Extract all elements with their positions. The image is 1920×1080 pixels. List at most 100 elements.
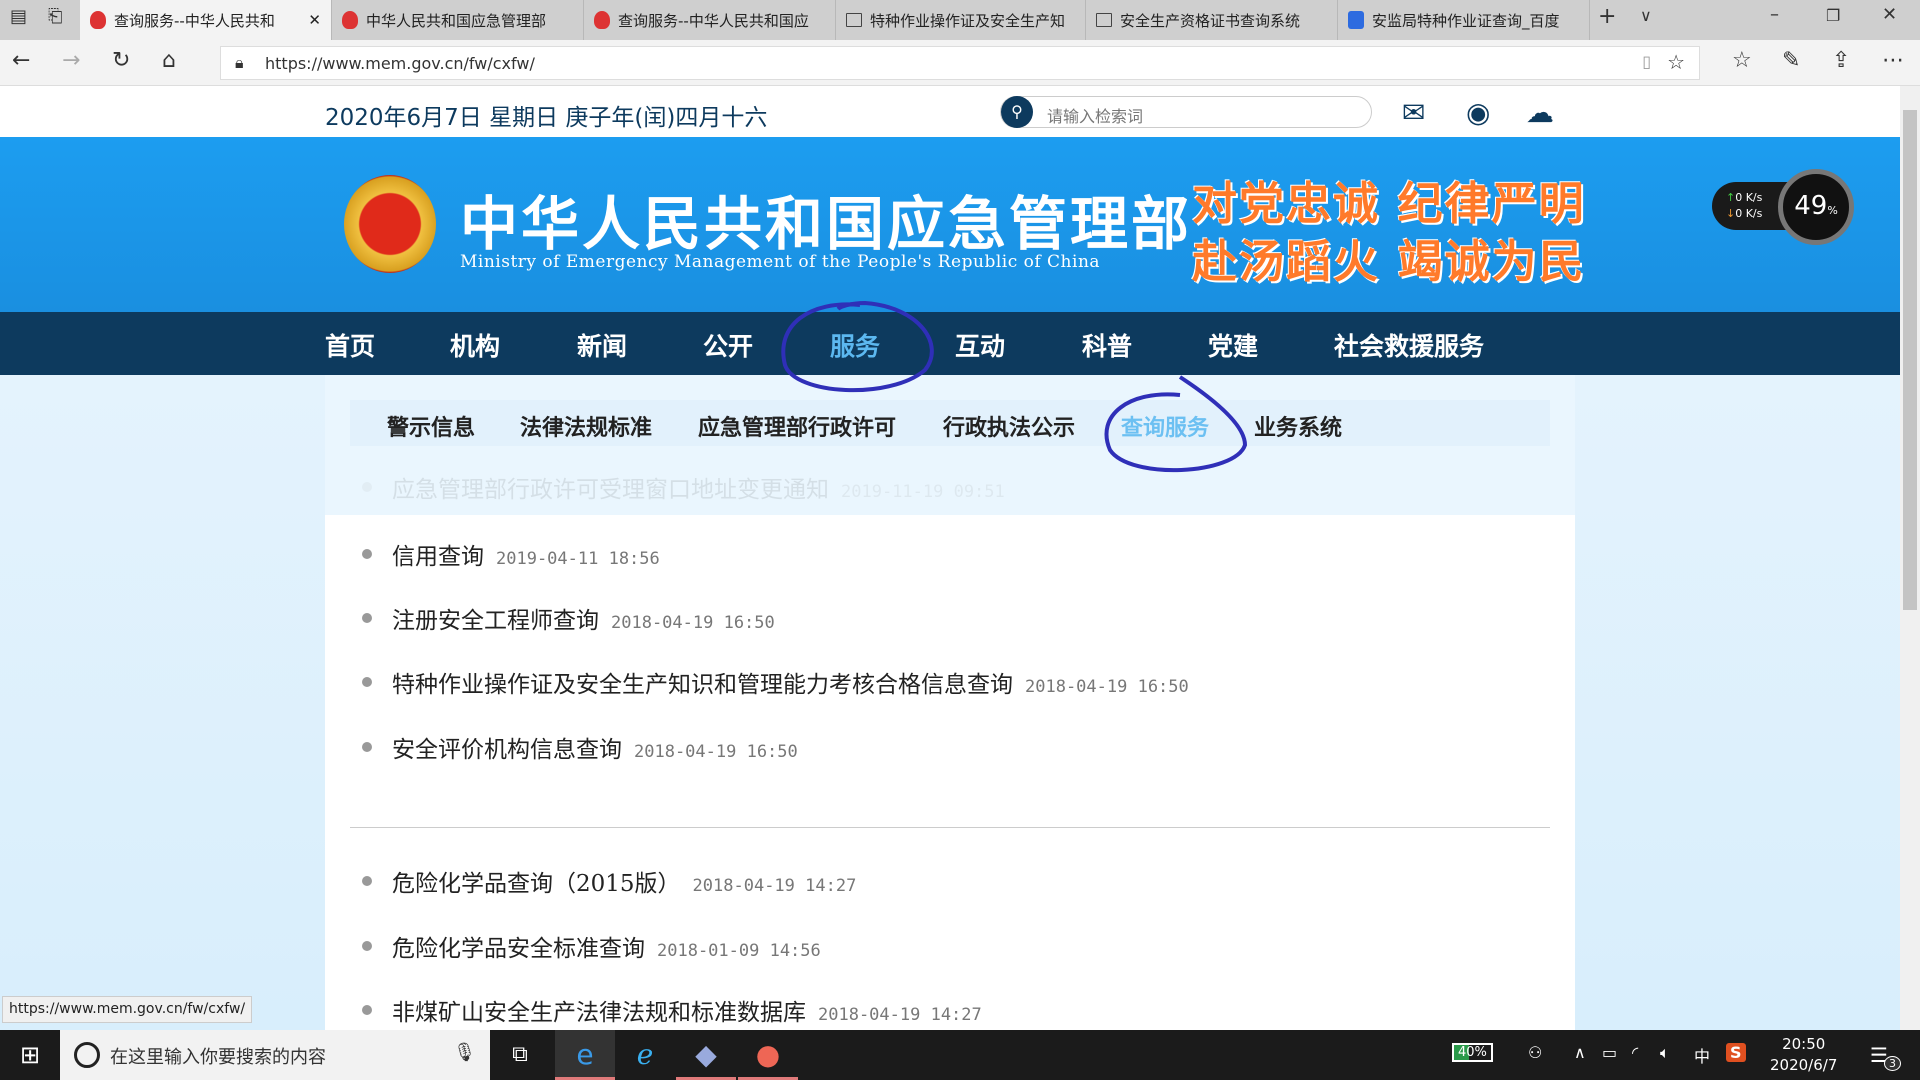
nav-interact[interactable]: 互动 (955, 327, 1005, 363)
subnav-business-systems[interactable]: 业务系统 (1254, 410, 1342, 442)
more-icon[interactable]: ⋯ (1882, 48, 1904, 73)
list-item[interactable]: 安全评价机构信息查询 2018-04-19 16:50 (362, 730, 798, 764)
sogou-ime-icon[interactable]: S (1726, 1043, 1746, 1062)
item-title: 非煤矿山安全生产法律法规和标准数据库 (392, 1000, 806, 1026)
back-icon[interactable]: ← (12, 48, 30, 73)
list-item[interactable]: 危险化学品安全标准查询 2018-01-09 14:56 (362, 929, 821, 963)
address-bar-row: ← → ↻ ⌂ 🔒︎ https://www.mem.gov.cn/fw/cxfw… (0, 40, 1920, 86)
upload-speed: 0 K/s (1735, 191, 1763, 204)
chevron-down-icon[interactable]: ∨ (1640, 6, 1652, 25)
item-date: 2018-04-19 16:50 (634, 742, 798, 762)
reading-view-icon[interactable]: ▯ (1642, 52, 1651, 71)
clock[interactable]: 20:50 2020/6/7 (1770, 1034, 1837, 1076)
battery-indicator[interactable]: 40% (1452, 1043, 1493, 1062)
emblem-icon (342, 11, 358, 29)
subnav-query-service[interactable]: 查询服务 (1121, 410, 1209, 442)
app-icon[interactable]: ◆ (676, 1030, 736, 1080)
download-arrow-icon: ↓ (1726, 207, 1736, 220)
percent-unit: % (1827, 204, 1838, 217)
tab-0[interactable]: 查询服务--中华人民共和 ✕ (80, 0, 332, 40)
tab-1[interactable]: 中华人民共和国应急管理部 (332, 0, 584, 40)
volume-icon[interactable]: 🔈︎ (1660, 1043, 1670, 1063)
subnav-laws[interactable]: 法律法规标准 (520, 410, 652, 442)
windows-start-icon[interactable]: ⊞ (0, 1030, 60, 1080)
wifi-icon[interactable]: ◜ (1632, 1043, 1638, 1062)
tab-5[interactable]: 安监局特种作业证查询_百度 (1338, 0, 1590, 40)
subnav-permits[interactable]: 应急管理部行政许可 (698, 410, 896, 442)
tab-3[interactable]: 特种作业操作证及安全生产知 (836, 0, 1086, 40)
edge-app-icon[interactable]: e (555, 1030, 615, 1080)
clock-date: 2020/6/7 (1770, 1056, 1838, 1074)
ime-indicator[interactable]: 中 (1694, 1043, 1710, 1067)
refresh-icon[interactable]: ↻ (112, 48, 130, 73)
list-divider (350, 827, 1550, 828)
clock-time: 20:50 (1782, 1035, 1826, 1053)
emblem-icon (594, 11, 610, 29)
nav-news[interactable]: 新闻 (577, 327, 627, 363)
bullet-icon (362, 549, 372, 559)
set-aside-tabs-icon[interactable]: ⎗ (48, 6, 62, 27)
site-search-input[interactable]: ⚲ 请输入检索词 (1000, 96, 1372, 128)
favorite-star-icon[interactable]: ☆ (1667, 50, 1685, 74)
weibo-icon[interactable]: ◉ (1466, 96, 1490, 129)
nav-home[interactable]: 首页 (325, 327, 375, 363)
bullet-icon (362, 742, 372, 752)
microphone-icon[interactable]: 🎙︎ (453, 1042, 476, 1063)
tab-label: 安全生产资格证书查询系统 (1120, 11, 1301, 30)
nav-rescue[interactable]: 社会救援服务 (1334, 327, 1484, 363)
nav-science[interactable]: 科普 (1082, 327, 1132, 363)
tab-preview-icon[interactable]: ▤ (10, 6, 27, 27)
new-tab-icon[interactable]: + (1598, 4, 1616, 29)
memory-gauge[interactable]: 49% (1778, 169, 1854, 245)
page-icon (846, 13, 862, 27)
favorites-icon[interactable]: ☆ (1732, 48, 1752, 73)
tab-bar: ▤ ⎗ 查询服务--中华人民共和 ✕ 中华人民共和国应急管理部 查询服务--中华人… (0, 0, 1920, 40)
url-input[interactable]: 🔒︎ https://www.mem.gov.cn/fw/cxfw/ ▯ ☆ (220, 46, 1700, 80)
page-icon (1096, 13, 1112, 27)
list-item[interactable]: 危险化学品查询（2015版） 2018-04-19 14:27 (362, 864, 856, 898)
restore-icon[interactable]: ❐ (1826, 6, 1840, 25)
upload-arrow-icon: ↑ (1726, 191, 1736, 204)
site-title[interactable]: 中华人民共和国应急管理部 (460, 177, 1192, 261)
download-speed: 0 K/s (1735, 207, 1763, 220)
list-item[interactable]: 信用查询 2019-04-11 18:56 (362, 537, 660, 571)
subnav-enforcement[interactable]: 行政执法公示 (943, 410, 1075, 442)
list-item[interactable]: 特种作业操作证及安全生产知识和管理能力考核合格信息查询 2018-04-19 16… (362, 665, 1189, 699)
tab-4[interactable]: 安全生产资格证书查询系统 (1086, 0, 1338, 40)
tab-2[interactable]: 查询服务--中华人民共和国应 (584, 0, 836, 40)
bullet-icon (362, 677, 372, 687)
item-title: 危险化学品安全标准查询 (392, 936, 645, 962)
nav-public[interactable]: 公开 (703, 327, 753, 363)
browser-app-icon[interactable]: ● (738, 1030, 798, 1080)
emblem-icon (90, 11, 106, 29)
list-item[interactable]: 非煤矿山安全生产法律法规和标准数据库 2018-04-19 14:27 (362, 993, 982, 1027)
item-title: 信用查询 (392, 544, 484, 570)
list-item[interactable]: 注册安全工程师查询 2018-04-19 16:50 (362, 601, 775, 635)
pen-icon[interactable]: ✎ (1782, 48, 1800, 73)
minimize-icon[interactable]: – (1770, 4, 1779, 25)
taskbar-search-input[interactable]: 在这里输入你要搜索的内容 🎙︎ (60, 1030, 490, 1080)
sub-nav: 警示信息 法律法规标准 应急管理部行政许可 行政执法公示 查询服务 业务系统 (350, 400, 1550, 446)
mail-icon[interactable]: ✉ (1402, 96, 1425, 129)
battery-tray-icon[interactable]: ▭ (1602, 1043, 1617, 1062)
taskbar: ⊞ 在这里输入你要搜索的内容 🎙︎ ⧉ e ℯ ◆ ● 40% ⚇ ∧ ▭ ◜ 🔈… (0, 1030, 1920, 1080)
share-icon[interactable]: ⇪ (1832, 48, 1850, 73)
nav-party[interactable]: 党建 (1208, 327, 1258, 363)
tray-chevron-icon[interactable]: ∧ (1574, 1043, 1586, 1062)
close-window-icon[interactable]: ✕ (1882, 4, 1897, 25)
subnav-warning[interactable]: 警示信息 (387, 410, 475, 442)
close-tab-icon[interactable]: ✕ (308, 11, 321, 29)
forward-icon[interactable]: → (62, 48, 80, 73)
scrollbar-thumb[interactable] (1903, 110, 1917, 610)
url-text: https://www.mem.gov.cn/fw/cxfw/ (265, 54, 535, 73)
nav-org[interactable]: 机构 (450, 327, 500, 363)
people-icon[interactable]: ⚇ (1528, 1043, 1542, 1062)
search-icon[interactable]: ⚲ (1001, 96, 1033, 128)
search-placeholder: 请输入检索词 (1047, 107, 1144, 126)
ie-app-icon[interactable]: ℯ (615, 1030, 675, 1080)
list-item-faded[interactable]: 应急管理部行政许可受理窗口地址变更通知 2019-11-19 09:51 (362, 470, 1005, 504)
task-view-icon[interactable]: ⧉ (490, 1030, 550, 1080)
home-icon[interactable]: ⌂ (162, 48, 176, 73)
wechat-icon[interactable]: ☁ (1526, 96, 1554, 129)
nav-service[interactable]: 服务 (830, 327, 880, 363)
